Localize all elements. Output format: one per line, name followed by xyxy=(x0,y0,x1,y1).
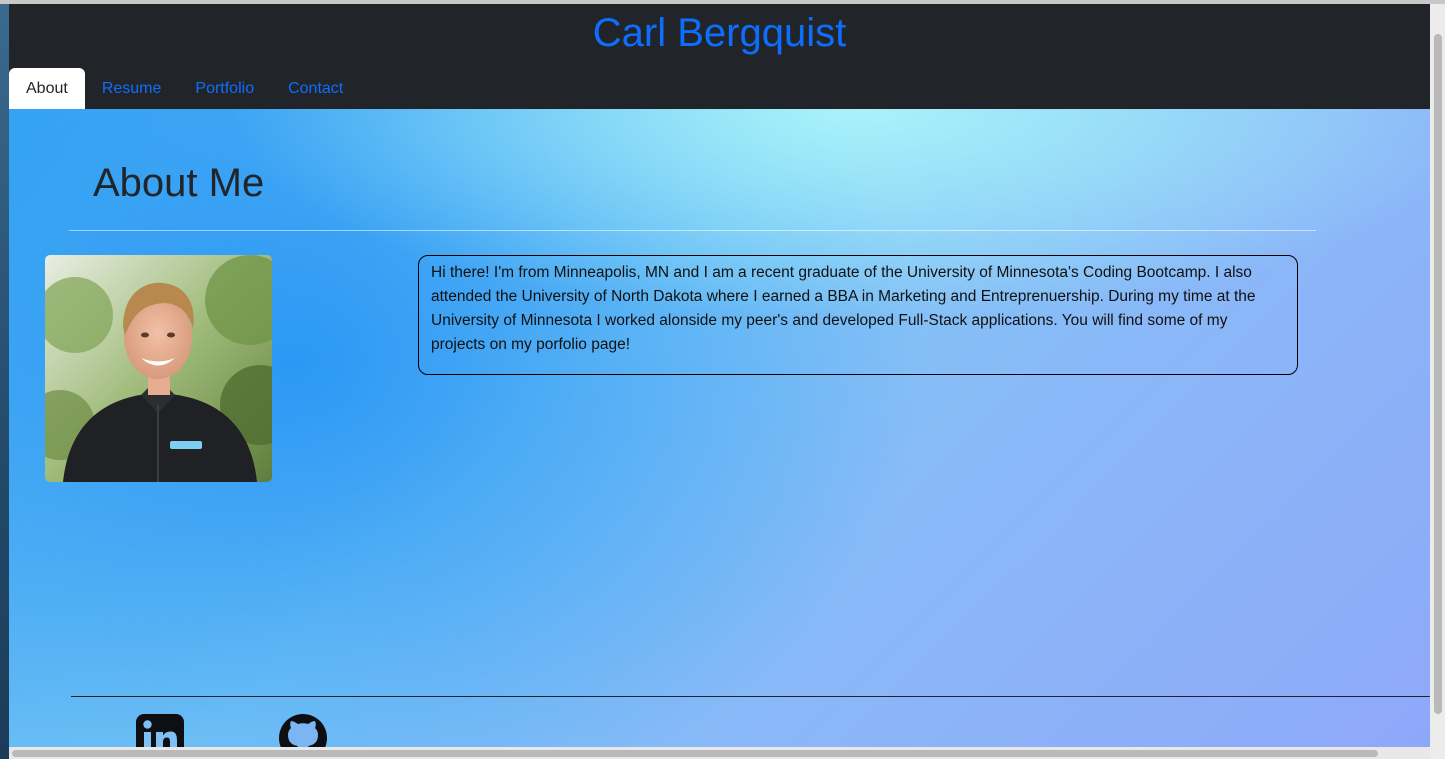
tab-about[interactable]: About xyxy=(9,68,85,109)
bio-text: Hi there! I'm from Minneapolis, MN and I… xyxy=(418,255,1298,375)
browser-viewport: Carl Bergquist About Resume Portfolio Co… xyxy=(9,4,1430,747)
horizontal-scroll-thumb[interactable] xyxy=(12,750,1378,757)
tab-contact[interactable]: Contact xyxy=(271,68,360,109)
tab-resume[interactable]: Resume xyxy=(85,68,179,109)
tab-portfolio[interactable]: Portfolio xyxy=(178,68,271,109)
site-header: Carl Bergquist About Resume Portfolio Co… xyxy=(9,4,1430,109)
horizontal-scrollbar[interactable] xyxy=(9,747,1430,759)
footer-divider xyxy=(71,696,1430,697)
linkedin-icon[interactable] xyxy=(135,713,185,747)
site-title[interactable]: Carl Bergquist xyxy=(9,9,1430,57)
github-icon[interactable] xyxy=(278,713,328,747)
heading-divider xyxy=(69,230,1316,231)
nav-tabs: About Resume Portfolio Contact xyxy=(9,68,360,109)
page-title: About Me xyxy=(93,161,265,205)
profile-photo xyxy=(45,255,272,482)
vertical-scrollbar[interactable] xyxy=(1430,4,1445,759)
about-section: About Me Hi there! I'm from Minneapolis,… xyxy=(9,109,1430,747)
vertical-scroll-thumb[interactable] xyxy=(1434,34,1442,714)
